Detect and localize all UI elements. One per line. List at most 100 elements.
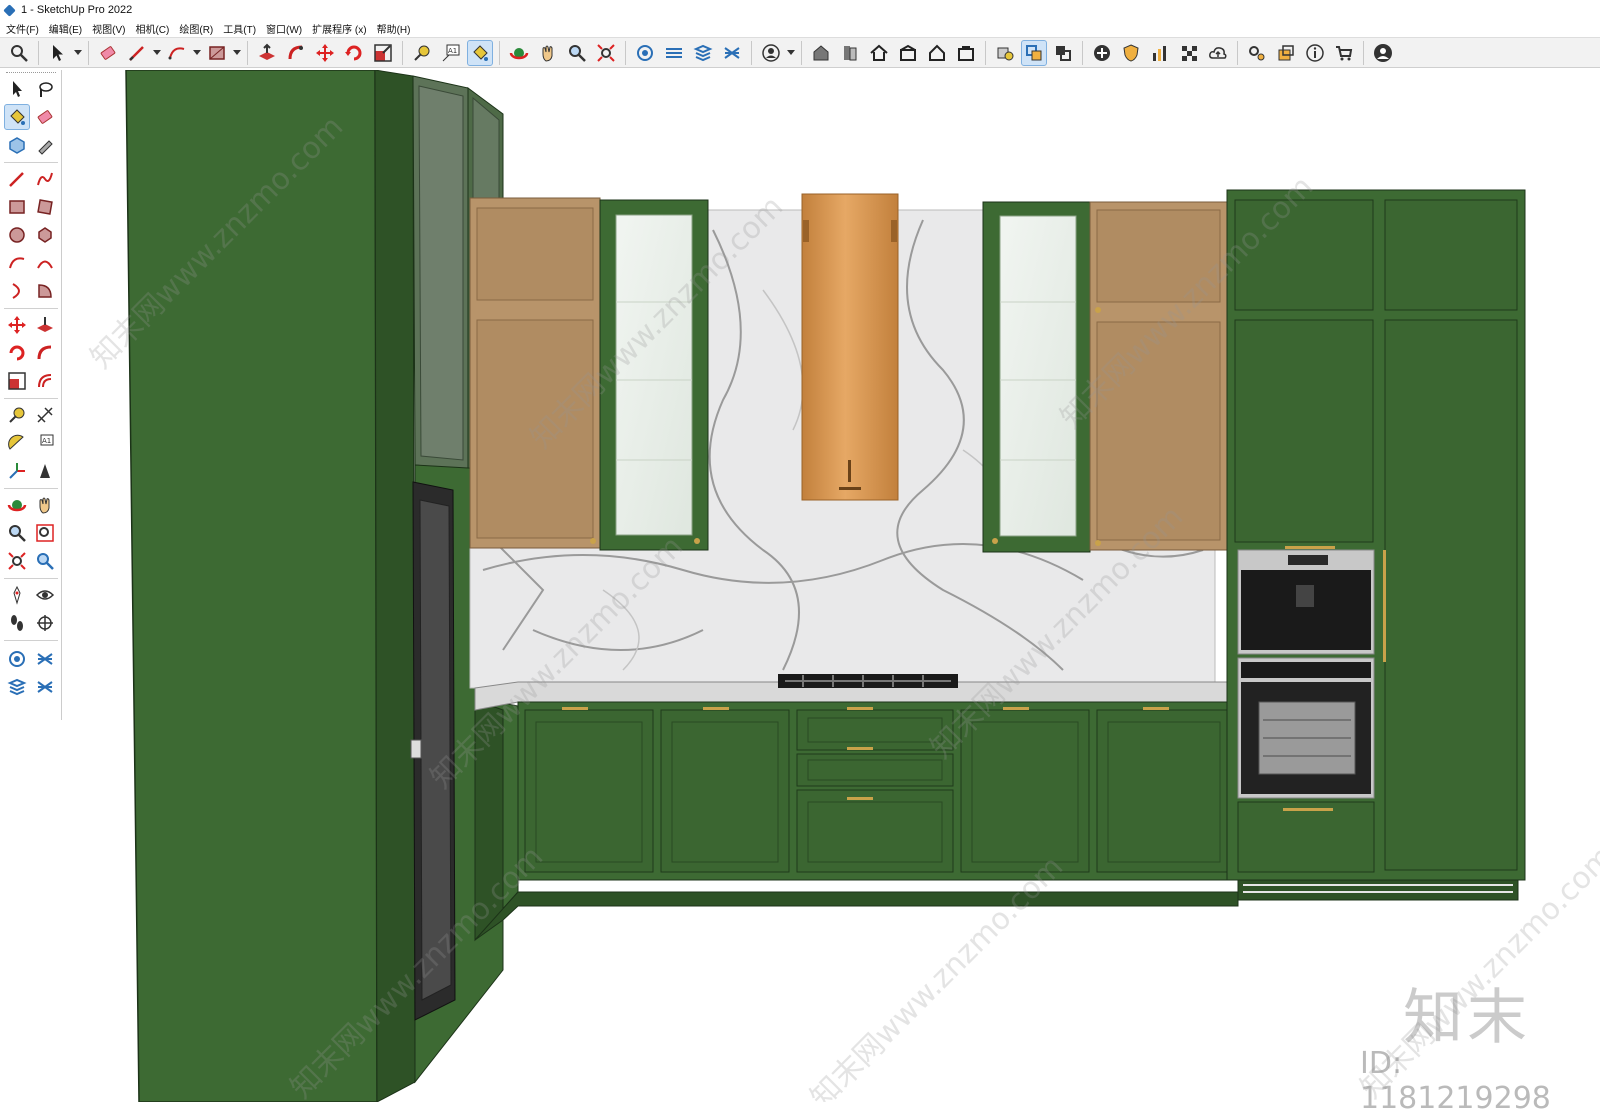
tape-measure-icon[interactable] bbox=[4, 402, 30, 428]
move-icon[interactable] bbox=[4, 312, 30, 338]
menu-edit[interactable]: 编辑(E) bbox=[49, 21, 82, 36]
orbit-icon[interactable] bbox=[4, 492, 30, 518]
polygon-icon[interactable] bbox=[32, 222, 58, 248]
offset-icon[interactable] bbox=[32, 368, 58, 394]
share-icon[interactable] bbox=[953, 40, 979, 66]
freehand-icon[interactable] bbox=[32, 166, 58, 192]
circle-icon[interactable] bbox=[4, 222, 30, 248]
follow-me-icon[interactable] bbox=[283, 40, 309, 66]
push-pull-icon[interactable] bbox=[32, 312, 58, 338]
3d-text-icon[interactable] bbox=[32, 458, 58, 484]
dimension-icon[interactable] bbox=[32, 402, 58, 428]
menu-tools[interactable]: 工具(T) bbox=[223, 21, 256, 36]
menu-view[interactable]: 视图(V) bbox=[92, 21, 125, 36]
profile-icon[interactable] bbox=[758, 40, 784, 66]
walk-icon[interactable] bbox=[4, 610, 30, 636]
zoom-extents-icon[interactable] bbox=[4, 548, 30, 574]
text-icon[interactable]: A1 bbox=[438, 40, 464, 66]
text-icon[interactable]: A1 bbox=[32, 430, 58, 456]
cloud-upload-icon[interactable] bbox=[1205, 40, 1231, 66]
display-section-icon[interactable] bbox=[4, 646, 30, 672]
menu-camera[interactable]: 相机(C) bbox=[135, 21, 169, 36]
chart-icon[interactable] bbox=[1147, 40, 1173, 66]
zoom-tool-icon[interactable] bbox=[564, 40, 590, 66]
rotate-icon[interactable] bbox=[4, 340, 30, 366]
line-dropdown[interactable] bbox=[153, 40, 161, 66]
rectangle-icon[interactable] bbox=[4, 194, 30, 220]
component-icon[interactable] bbox=[837, 40, 863, 66]
eraser-icon[interactable] bbox=[95, 40, 121, 66]
look-around-icon[interactable] bbox=[32, 582, 58, 608]
paint-bucket-icon[interactable] bbox=[4, 104, 30, 130]
scale-icon[interactable] bbox=[4, 368, 30, 394]
outer-shell-icon[interactable] bbox=[1021, 39, 1047, 66]
kitchen-model[interactable]: 知末网www.znzmo.com 知末网www.znzmo.com 知末网www… bbox=[63, 70, 1600, 1102]
section-plane-icon[interactable] bbox=[32, 610, 58, 636]
zoom-icon[interactable] bbox=[6, 40, 32, 66]
zoom-window-icon[interactable] bbox=[32, 520, 58, 546]
layers-icon[interactable] bbox=[719, 40, 745, 66]
home-icon[interactable] bbox=[866, 40, 892, 66]
two-point-arc-icon[interactable] bbox=[32, 250, 58, 276]
lasso-icon[interactable] bbox=[32, 76, 58, 102]
section-cut-icon[interactable] bbox=[32, 646, 58, 672]
follow-me-icon[interactable] bbox=[32, 340, 58, 366]
menu-extensions[interactable]: 扩展程序 (x) bbox=[312, 21, 366, 36]
add-location-icon[interactable] bbox=[1089, 40, 1115, 66]
display-section-icon[interactable] bbox=[661, 40, 687, 66]
menu-help[interactable]: 帮助(H) bbox=[377, 21, 411, 36]
zoom-icon[interactable] bbox=[4, 520, 30, 546]
arc-icon[interactable] bbox=[164, 40, 190, 66]
rectangle-icon[interactable] bbox=[204, 40, 230, 66]
menu-file[interactable]: 文件(F) bbox=[6, 21, 39, 36]
scale-icon[interactable] bbox=[370, 40, 396, 66]
rotated-rectangle-icon[interactable] bbox=[32, 194, 58, 220]
rectangle-dropdown[interactable] bbox=[233, 40, 241, 66]
tape-measure-icon[interactable] bbox=[409, 40, 435, 66]
account-icon[interactable] bbox=[1370, 40, 1396, 66]
extension-manager-icon[interactable] bbox=[1244, 40, 1270, 66]
push-pull-icon[interactable] bbox=[254, 40, 280, 66]
eraser-icon[interactable] bbox=[32, 104, 58, 130]
pie-icon[interactable] bbox=[32, 278, 58, 304]
orbit-icon[interactable] bbox=[506, 40, 532, 66]
move-icon[interactable] bbox=[312, 40, 338, 66]
tag-icon[interactable] bbox=[690, 40, 716, 66]
section-plane-icon[interactable] bbox=[632, 40, 658, 66]
warehouse-icon[interactable] bbox=[808, 40, 834, 66]
pan-icon[interactable] bbox=[32, 492, 58, 518]
previous-view-icon[interactable] bbox=[32, 548, 58, 574]
select-icon[interactable] bbox=[4, 76, 30, 102]
arc-dropdown[interactable] bbox=[193, 40, 201, 66]
solid-tools-icon[interactable] bbox=[992, 40, 1018, 66]
protractor-icon[interactable] bbox=[4, 430, 30, 456]
layers-icon[interactable] bbox=[32, 674, 58, 700]
intersect-icon[interactable] bbox=[1050, 40, 1076, 66]
arc-icon[interactable] bbox=[4, 250, 30, 276]
shield-icon[interactable] bbox=[1118, 40, 1144, 66]
cart-icon[interactable] bbox=[1331, 40, 1357, 66]
toolbar-grip[interactable] bbox=[6, 72, 56, 75]
outline-house-icon[interactable] bbox=[924, 40, 950, 66]
select-icon[interactable] bbox=[45, 40, 71, 66]
menu-window[interactable]: 窗口(W) bbox=[266, 21, 302, 36]
model-viewport[interactable]: 知末网www.znzmo.com 知末网www.znzmo.com 知末网www… bbox=[63, 70, 1600, 1102]
component-icon[interactable] bbox=[4, 132, 30, 158]
info-icon[interactable] bbox=[1302, 40, 1328, 66]
axes-icon[interactable] bbox=[4, 458, 30, 484]
menu-draw[interactable]: 绘图(R) bbox=[179, 21, 213, 36]
paint-bucket-icon[interactable] bbox=[467, 39, 493, 66]
position-camera-icon[interactable] bbox=[4, 582, 30, 608]
pan-icon[interactable] bbox=[535, 40, 561, 66]
box-house-icon[interactable] bbox=[895, 40, 921, 66]
checker-icon[interactable] bbox=[1176, 40, 1202, 66]
scenes-icon[interactable] bbox=[1273, 40, 1299, 66]
tag-pen-icon[interactable] bbox=[32, 132, 58, 158]
pencil-line-icon[interactable] bbox=[124, 40, 150, 66]
select-dropdown[interactable] bbox=[74, 40, 82, 66]
profile-dropdown[interactable] bbox=[787, 40, 795, 66]
pencil-line-icon[interactable] bbox=[4, 166, 30, 192]
rotate-icon[interactable] bbox=[341, 40, 367, 66]
zoom-extents-icon[interactable] bbox=[593, 40, 619, 66]
section-fill-icon[interactable] bbox=[4, 674, 30, 700]
